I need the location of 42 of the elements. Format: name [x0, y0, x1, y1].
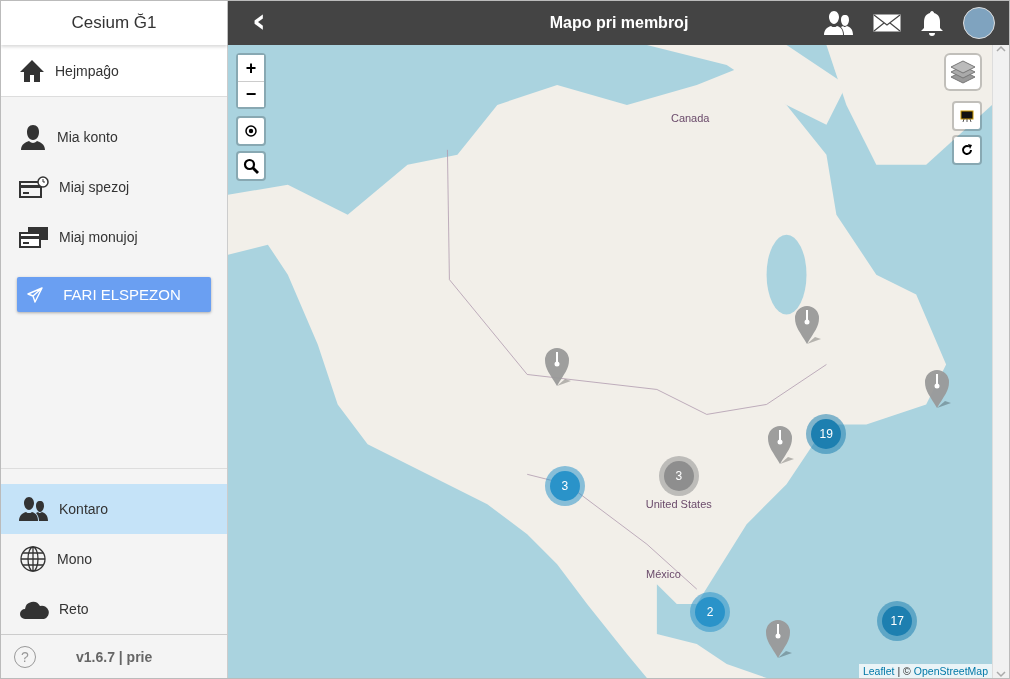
openstreetmap-link[interactable]: OpenStreetMap	[913, 665, 988, 677]
marker-cluster[interactable]: 17	[877, 601, 918, 641]
menu-item[interactable]: Miaj monujoj	[1, 212, 227, 262]
avatar[interactable]	[963, 7, 995, 39]
target-icon	[244, 124, 258, 138]
cards-icon	[19, 225, 49, 249]
menu-item[interactable]: Miaj spezoj	[1, 162, 227, 212]
back-button[interactable]: ‹	[244, 3, 274, 43]
home-menu-item[interactable]: Hejmpaĝo	[1, 45, 227, 97]
home-icon	[19, 58, 45, 83]
menu-item[interactable]: Reto	[1, 584, 227, 634]
map-search-button[interactable]	[236, 151, 266, 181]
attribution-text: | ©	[897, 665, 911, 677]
layers-icon	[950, 59, 976, 85]
place-label: United States	[645, 497, 712, 510]
layers-button[interactable]	[944, 53, 982, 91]
refresh-icon	[960, 143, 974, 157]
card-clock-icon	[19, 175, 49, 199]
menu-item[interactable]: Kontaro	[1, 484, 227, 534]
leaflet-link[interactable]: Leaflet	[862, 665, 895, 677]
bell-icon[interactable]	[920, 10, 944, 36]
people-icon[interactable]	[824, 10, 854, 36]
people-icon	[19, 496, 49, 522]
paper-plane-icon	[27, 286, 43, 303]
locate-button[interactable]	[236, 116, 266, 146]
fullscreen-button[interactable]	[952, 101, 982, 131]
envelope-icon[interactable]	[873, 14, 901, 32]
marker-cluster[interactable]: 19	[806, 413, 847, 454]
version-text: v1.6.7 | prie	[76, 648, 153, 665]
page-title: Mapo pri membroj	[548, 14, 690, 32]
app-title: Cesium Ğ1	[1, 1, 227, 45]
place-label: México	[646, 567, 681, 580]
map[interactable]: + − Canada United States México 3 3 19 2 17 Leaflet | © OpenStreetMap	[228, 45, 992, 678]
globe-icon	[19, 545, 47, 573]
person-icon	[19, 123, 47, 151]
place-label: Canada	[670, 111, 710, 124]
zoom-out-button[interactable]: −	[238, 81, 264, 107]
menu-item[interactable]: Mono	[1, 534, 227, 584]
search-icon	[243, 158, 259, 174]
menu-item[interactable]: Mia konto	[1, 112, 227, 162]
easel-icon	[960, 109, 974, 123]
refresh-button[interactable]	[952, 135, 982, 165]
